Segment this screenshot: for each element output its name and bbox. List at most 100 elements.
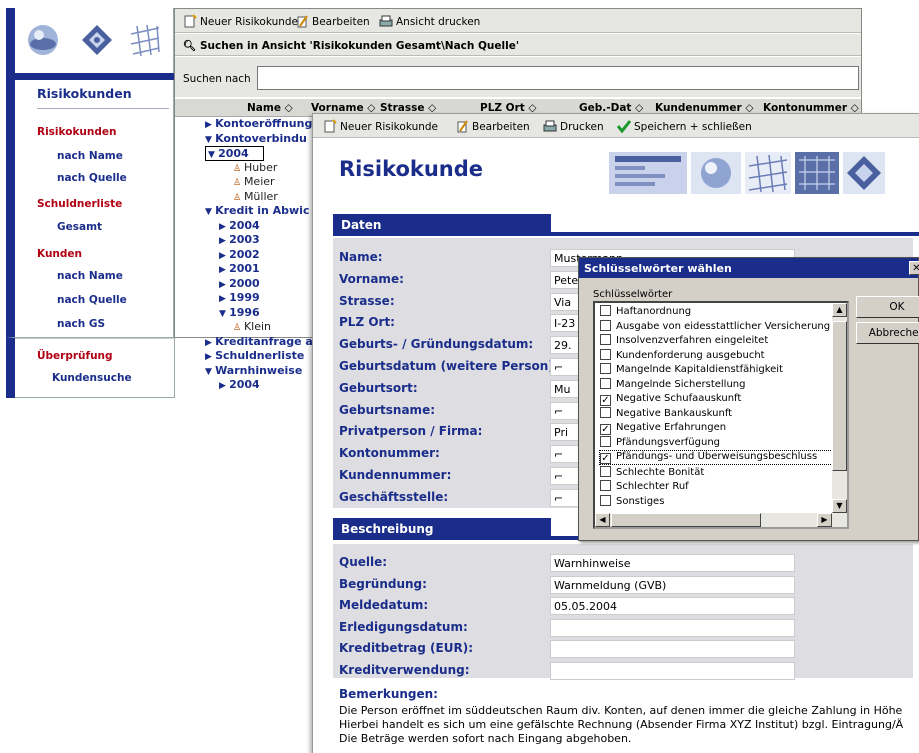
checkbox-icon[interactable] xyxy=(600,348,611,360)
field-input[interactable] xyxy=(550,661,795,680)
nav-risikokunden-nach-quelle[interactable]: nach Quelle xyxy=(57,172,127,184)
checkbox-icon[interactable] xyxy=(600,334,611,346)
keyword-list[interactable]: Haftanordnung Ausgabe von eidesstattliche… xyxy=(593,301,849,529)
form-print-button[interactable]: Drucken xyxy=(543,119,604,133)
col-name[interactable]: Name ◇ xyxy=(247,102,293,114)
tree-node[interactable]: ♙ Huber xyxy=(233,161,277,174)
scroll-right-icon[interactable]: ▶ xyxy=(817,513,832,527)
nav-risikokunden-nach-name[interactable]: nach Name xyxy=(57,150,123,162)
checkbox-icon[interactable] xyxy=(600,319,611,331)
keyword-item[interactable]: Insolvenzverfahren eingeleitet xyxy=(600,334,768,346)
nav-schuldnerliste-gesamt[interactable]: Gesamt xyxy=(57,221,102,233)
close-icon[interactable]: ✕ xyxy=(909,261,919,275)
tree-node-label: Kredit in Abwic xyxy=(215,204,310,217)
field-label: Geschäftsstelle: xyxy=(339,489,449,504)
field-input[interactable] xyxy=(550,640,795,658)
form-edit-button[interactable]: Bearbeiten xyxy=(455,119,530,133)
keyword-item[interactable]: ✓ Negative Schufaauskunft xyxy=(600,393,741,406)
tree-node[interactable]: ▶ Kreditanfrage a xyxy=(205,335,313,348)
field-input[interactable]: Warnhinweise xyxy=(550,554,795,572)
tree-node[interactable]: ▶ 1999 xyxy=(219,291,260,304)
nav-ueberpruefung[interactable]: Überprüfung xyxy=(37,350,113,362)
scroll-down-icon[interactable]: ▼ xyxy=(832,499,847,513)
nav-kunden-nach-name[interactable]: nach Name xyxy=(57,270,123,282)
checkbox-icon[interactable] xyxy=(600,480,611,492)
keyword-item[interactable]: Schlechte Bonität xyxy=(600,465,704,478)
tree-node[interactable]: ▶ 2004 xyxy=(219,378,260,391)
search-input[interactable] xyxy=(257,66,859,90)
notes-text[interactable]: Die Person eröffnet im süddeutschen Raum… xyxy=(339,704,919,746)
nav-kundensuche[interactable]: Kundensuche xyxy=(52,372,132,384)
keyword-item[interactable]: Ausgabe von eidesstattlicher Versicherun… xyxy=(600,319,830,332)
cancel-button[interactable]: Abbrechen xyxy=(856,322,919,344)
keyword-item[interactable]: Mangelnde Kapitaldienstfähigkeit xyxy=(600,363,783,375)
field-label: Geburtsdatum (weitere Person): xyxy=(339,359,559,373)
section-description-header: Beschreibung xyxy=(333,518,551,540)
checkbox-icon[interactable] xyxy=(600,465,611,477)
tree-node[interactable]: ▶ 2002 xyxy=(219,248,260,261)
search-label: Suchen nach xyxy=(183,73,251,85)
keyword-item[interactable]: Pfändungsverfügung xyxy=(600,436,720,448)
keyword-item[interactable]: ✓ Pfändungs- und Überweisungsbeschluss xyxy=(599,450,835,465)
keyword-item[interactable]: ✓ Negative Erfahrungen xyxy=(600,422,726,435)
nav-kunden-nach-quelle[interactable]: nach Quelle xyxy=(57,294,127,306)
field-label: Vorname: xyxy=(339,271,404,286)
save-close-button[interactable]: Speichern + schließen xyxy=(616,119,752,134)
tree-node[interactable]: ▶ 2000 xyxy=(219,277,260,290)
tree-node[interactable]: ▶ 2001 xyxy=(219,262,260,275)
field-input[interactable]: Warnmeldung (GVB) xyxy=(550,575,795,594)
nav-kunden-nach-gs[interactable]: nach GS xyxy=(57,318,105,330)
checkbox-icon[interactable] xyxy=(600,378,611,389)
keyword-item[interactable]: Kundenforderung ausgebucht xyxy=(600,348,765,361)
tree-node[interactable]: ▼ 1996 xyxy=(219,306,260,319)
tree-node[interactable]: ▼ Kontoverbindu xyxy=(205,132,307,145)
tree-node[interactable]: ▶ Schuldnerliste xyxy=(205,349,304,362)
tree-node[interactable]: ♙ Klein xyxy=(233,320,271,333)
collapse-arrow-icon: ▼ xyxy=(219,308,230,319)
new-risk-customer-button[interactable]: Neuer Risikokunde xyxy=(183,14,298,28)
scroll-thumb[interactable] xyxy=(832,321,847,471)
keyword-item[interactable]: Sonstiges xyxy=(600,494,664,507)
tree-node[interactable]: ▼ Warnhinweise xyxy=(205,364,302,377)
vertical-scrollbar[interactable]: ▲ ▼ xyxy=(832,303,847,513)
nav-risikokunden[interactable]: Risikokunden xyxy=(37,126,117,138)
form-new-button[interactable]: Neuer Risikokunde xyxy=(323,119,438,133)
divider xyxy=(37,108,169,109)
keyword-item[interactable]: Negative Bankauskunft xyxy=(600,407,732,419)
tree-node[interactable]: ▼ Kredit in Abwic xyxy=(205,204,309,217)
magnifier-icon: 🔍︎ xyxy=(183,40,200,52)
tree-node[interactable]: ♙ Meier xyxy=(233,175,275,188)
keyword-item[interactable]: Mangelnde Sicherstellung xyxy=(600,378,745,390)
checked-checkbox-icon[interactable]: ✓ xyxy=(600,453,611,464)
checkbox-icon[interactable] xyxy=(600,494,611,506)
tree-node[interactable]: ♙ Müller xyxy=(233,190,278,203)
scroll-left-icon[interactable]: ◀ xyxy=(595,513,610,527)
field-label: Geburtsname: xyxy=(339,402,435,417)
edit-button[interactable]: Bearbeiten xyxy=(295,14,370,28)
checkbox-icon[interactable] xyxy=(600,363,611,375)
scroll-up-icon[interactable]: ▲ xyxy=(832,303,847,317)
field-input[interactable] xyxy=(550,618,795,637)
keyword-item[interactable]: Schlechter Ruf xyxy=(600,480,689,492)
keyword-label: Haftanordnung xyxy=(616,306,692,317)
checkbox-icon[interactable] xyxy=(600,407,611,419)
tree-node[interactable]: ▶ 2003 xyxy=(219,233,260,246)
ok-button[interactable]: OK xyxy=(856,296,919,318)
checked-checkbox-icon[interactable]: ✓ xyxy=(600,423,611,435)
nav-kunden[interactable]: Kunden xyxy=(37,248,82,260)
tree-node[interactable]: ▶ 2004 xyxy=(219,219,260,232)
nav-schuldnerliste[interactable]: Schuldnerliste xyxy=(37,198,122,210)
expand-arrow-icon: ▶ xyxy=(219,381,230,391)
keyword-item[interactable]: Haftanordnung xyxy=(600,305,691,317)
checked-checkbox-icon[interactable]: ✓ xyxy=(600,394,611,406)
checkbox-icon[interactable] xyxy=(600,436,611,448)
horizontal-scrollbar[interactable]: ◀ ▶ xyxy=(595,513,847,527)
field-label: Erledigungsdatum: xyxy=(339,619,468,634)
checkbox-icon[interactable] xyxy=(600,305,611,316)
print-view-button[interactable]: Ansicht drucken xyxy=(379,14,480,28)
field-input[interactable]: 05.05.2004 xyxy=(550,597,795,615)
tree-node-label: Kontoeröffnung xyxy=(215,117,313,130)
tree-node[interactable]: ▶ Kontoeröffnung xyxy=(205,117,312,130)
tree-node[interactable]: ▼ 2004 xyxy=(205,146,264,161)
hscroll-thumb[interactable] xyxy=(611,513,761,527)
